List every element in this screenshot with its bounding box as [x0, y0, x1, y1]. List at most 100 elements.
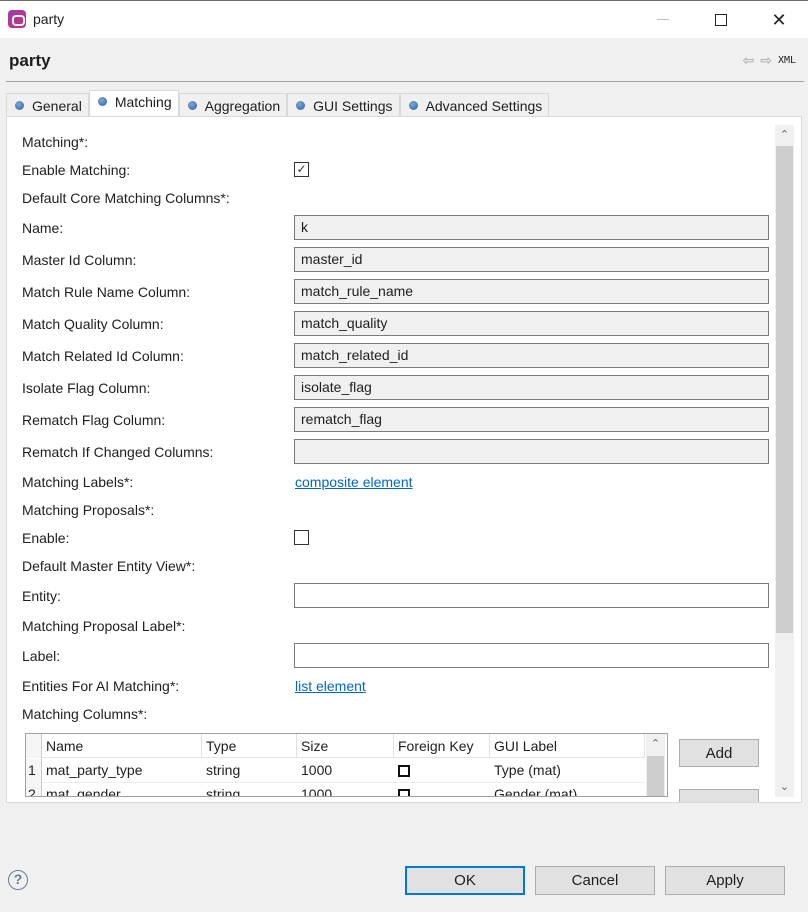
column-header-type[interactable]: Type [202, 734, 297, 758]
tab-matching[interactable]: Matching [88, 90, 179, 116]
add-column-button[interactable]: Add [679, 739, 759, 767]
tab-bar: General Matching Aggregation GUI Setting… [6, 90, 550, 117]
label-label: Label: [22, 648, 61, 664]
cell-type[interactable]: string [202, 783, 297, 796]
foreign-key-checkbox[interactable] [398, 789, 410, 796]
matching-panel: Matching*: Enable Matching: ✓ Default Co… [6, 116, 802, 803]
tab-bullet-icon [408, 101, 418, 110]
cell-foreign-key[interactable] [394, 759, 490, 783]
cancel-button[interactable]: Cancel [535, 866, 655, 895]
match-related-id-column-field[interactable]: match_related_id [294, 343, 769, 368]
xml-view-button[interactable]: XML [778, 55, 796, 66]
header-divider [6, 81, 804, 82]
minimize-icon [657, 19, 669, 20]
tab-bullet-icon [187, 101, 197, 110]
table-scrollbar[interactable]: ⌃ [646, 734, 665, 796]
column-header-foreign-key[interactable]: Foreign Key [394, 734, 490, 758]
isolate-flag-column-label: Isolate Flag Column: [22, 380, 151, 396]
enable-matching-label: Enable Matching: [22, 162, 131, 178]
cell-type[interactable]: string [202, 759, 297, 783]
panel-scrollbar[interactable]: ⌃ ⌄ [775, 125, 794, 797]
proposal-label-section-label: Matching Proposal Label*: [22, 618, 186, 634]
close-icon: ✕ [771, 9, 787, 30]
rematch-flag-column-field[interactable]: rematch_flag [294, 407, 769, 432]
minimize-button[interactable] [640, 1, 686, 38]
table-scroll-thumb[interactable] [647, 756, 664, 796]
tab-label: Matching [114, 93, 172, 110]
name-field[interactable]: k [294, 215, 769, 240]
rematch-if-changed-columns-field[interactable] [294, 439, 769, 464]
scroll-down-icon[interactable]: ⌄ [775, 777, 794, 797]
cell-size[interactable]: 1000 [297, 759, 394, 783]
panel-scroll-thumb[interactable] [776, 146, 793, 633]
apply-button[interactable]: Apply [665, 866, 785, 895]
table-row[interactable]: 1 mat_party_type string 1000 Type (mat) [26, 759, 645, 783]
forward-arrow-icon[interactable]: ⇨ [760, 52, 772, 69]
match-rule-name-column-field[interactable]: match_rule_name [294, 279, 769, 304]
cell-foreign-key[interactable] [394, 783, 490, 796]
master-id-column-label: Master Id Column: [22, 252, 137, 268]
isolate-flag-column-field[interactable]: isolate_flag [294, 375, 769, 400]
maximize-button[interactable] [698, 1, 744, 38]
core-columns-section-label: Default Core Matching Columns*: [22, 190, 230, 206]
foreign-key-checkbox[interactable] [398, 765, 410, 777]
entity-field[interactable] [294, 583, 769, 608]
name-label: Name: [22, 220, 64, 236]
composite-element-link[interactable]: composite element [295, 474, 413, 490]
list-element-link[interactable]: list element [295, 678, 366, 694]
cell-name[interactable]: mat_gender [42, 783, 202, 796]
tab-label: General [32, 97, 82, 114]
rematch-flag-column-label: Rematch Flag Column: [22, 412, 166, 428]
match-quality-column-field[interactable]: match_quality [294, 311, 769, 336]
cell-gui-label[interactable]: Type (mat) [490, 759, 645, 783]
matching-labels-label: Matching Labels*: [22, 474, 134, 490]
row-index: 2 [26, 783, 42, 796]
tab-gui-settings[interactable]: GUI Settings [287, 93, 400, 117]
tab-label: GUI Settings [313, 97, 393, 114]
tab-general[interactable]: General [6, 93, 89, 117]
second-column-button[interactable] [679, 789, 759, 802]
label-field[interactable] [294, 643, 769, 668]
enable-matching-checkbox[interactable]: ✓ [294, 162, 309, 177]
tab-label: Advanced Settings [425, 97, 543, 114]
match-quality-column-label: Match Quality Column: [22, 316, 164, 332]
column-header-index [26, 734, 42, 758]
enable-label: Enable: [22, 530, 70, 546]
scroll-up-icon[interactable]: ⌃ [775, 125, 794, 145]
back-arrow-icon[interactable]: ⇦ [742, 52, 754, 69]
master-id-column-field[interactable]: master_id [294, 247, 769, 272]
matching-proposals-section-label: Matching Proposals*: [22, 502, 155, 518]
ai-entities-label: Entities For AI Matching*: [22, 678, 180, 694]
column-header-gui-label[interactable]: GUI Label [490, 734, 645, 758]
table-header: Name Type Size Foreign Key GUI Label [26, 734, 645, 758]
tab-bullet-icon [15, 101, 24, 110]
editor-title: party [9, 51, 51, 70]
tab-bullet-icon [296, 101, 306, 110]
matching-section-label: Matching*: [22, 134, 89, 150]
master-entity-view-section-label: Default Master Entity View*: [22, 558, 196, 574]
help-icon[interactable]: ? [8, 870, 28, 890]
enable-proposals-checkbox[interactable] [294, 530, 309, 545]
match-rule-name-column-label: Match Rule Name Column: [22, 284, 191, 300]
close-button[interactable]: ✕ [756, 1, 802, 38]
entity-label: Entity: [22, 588, 61, 604]
rematch-if-changed-columns-label: Rematch If Changed Columns: [22, 444, 214, 460]
matching-columns-section-label: Matching Columns*: [22, 706, 148, 722]
table-row[interactable]: 2 mat_gender string 1000 Gender (mat) [26, 783, 645, 796]
cell-name[interactable]: mat_party_type [42, 759, 202, 783]
tab-advanced-settings[interactable]: Advanced Settings [399, 93, 550, 117]
cell-gui-label[interactable]: Gender (mat) [490, 783, 645, 796]
column-header-size[interactable]: Size [297, 734, 394, 758]
row-index: 1 [26, 759, 42, 783]
ok-button[interactable]: OK [405, 866, 525, 895]
tab-bullet-icon [97, 97, 107, 106]
window-titlebar: party ✕ [0, 0, 808, 38]
tab-label: Aggregation [204, 97, 281, 114]
header-toolbar: ⇦ ⇨ XML [742, 52, 796, 69]
column-header-name[interactable]: Name [42, 734, 202, 758]
app-logo-icon [8, 10, 26, 28]
window-title: party [33, 11, 65, 27]
cell-size[interactable]: 1000 [297, 783, 394, 796]
scroll-up-icon[interactable]: ⌃ [646, 734, 665, 754]
tab-aggregation[interactable]: Aggregation [178, 93, 288, 117]
